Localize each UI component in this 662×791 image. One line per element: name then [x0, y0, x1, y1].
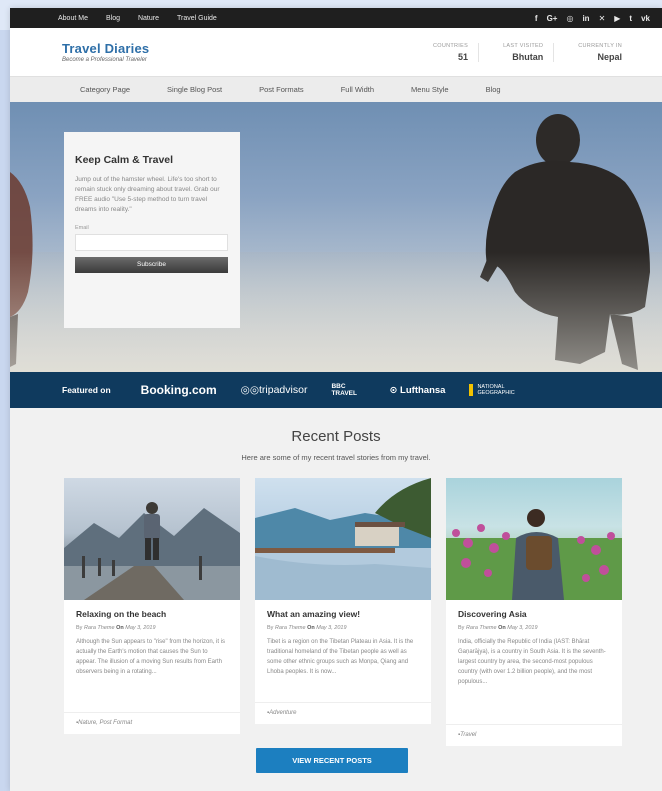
subscribe-button[interactable]: Subscribe [75, 257, 228, 273]
post-thumbnail[interactable] [446, 478, 622, 600]
lufthansa-crane-icon: ⊙ [389, 384, 401, 396]
main-navigation: Category Page Single Blog Post Post Form… [10, 76, 662, 102]
post-author[interactable]: Rara Theme [84, 625, 115, 631]
stat-label: LAST VISITED [503, 42, 544, 49]
site-tagline: Become a Professional Traveler [62, 57, 147, 63]
nav-item-category-page[interactable]: Category Page [80, 85, 130, 94]
newsletter-text: Jump out of the hamster wheel. Life's to… [75, 176, 220, 213]
nav-item-blog[interactable]: Blog [486, 85, 501, 94]
post-body: What an amazing view! By Rara Theme On M… [255, 600, 431, 677]
post-author[interactable]: Rara Theme [275, 625, 306, 631]
post-category-links[interactable]: Adventure [269, 710, 296, 716]
post-meta: By Rara Theme On May 3, 2019 [458, 625, 611, 631]
post-category-links[interactable]: Travel [460, 732, 476, 738]
newsletter-box: Keep Calm & Travel Jump out of the hamst… [64, 132, 240, 328]
recent-posts-title: Recent Posts [291, 428, 381, 445]
top-links: About Me Blog Nature Travel Guide [58, 15, 217, 22]
lufthansa-text: Lufthansa [400, 384, 446, 396]
post-title[interactable]: Discovering Asia [458, 609, 611, 619]
beach-photo [64, 502, 240, 600]
site-header: Travel Diaries Become a Professional Tra… [10, 28, 662, 76]
stat-label: COUNTRIES [432, 42, 469, 49]
post-author[interactable]: Rara Theme [466, 625, 497, 631]
post-thumbnail[interactable] [64, 478, 240, 600]
recent-posts-subtitle: Here are some of my recent travel storie… [241, 453, 431, 462]
post-title[interactable]: Relaxing on the beach [76, 609, 229, 619]
twitter-icon[interactable]: ✕ [599, 14, 606, 23]
top-link-about-me[interactable]: About Me [58, 15, 88, 22]
meta-by: By [267, 625, 274, 631]
site-title[interactable]: Travel Diaries [62, 41, 149, 56]
tripadvisor-text: tripadvisor [259, 384, 308, 396]
site-branding[interactable]: Travel Diaries Become a Professional Tra… [62, 41, 149, 63]
stat-value: 51 [458, 51, 469, 62]
recent-posts-grid: Relaxing on the beach By Rara Theme On M… [10, 478, 662, 758]
lake-view-photo [255, 478, 431, 600]
post-body: Relaxing on the beach By Rara Theme On M… [64, 600, 240, 677]
post-category-links[interactable]: Nature, Post Format [78, 720, 132, 726]
post-title[interactable]: What an amazing view! [267, 609, 420, 619]
post-meta: By Rara Theme On May 3, 2019 [267, 625, 420, 631]
google-plus-icon[interactable]: G+ [547, 14, 558, 23]
hero-banner: Keep Calm & Travel Jump out of the hamst… [10, 102, 662, 372]
top-link-nature[interactable]: Nature [138, 15, 159, 22]
featured-label: Featured on [62, 385, 111, 395]
flower-field-photo [446, 509, 622, 600]
booking-logo: Booking.com [140, 383, 217, 397]
tumblr-icon[interactable]: t [629, 14, 632, 23]
view-recent-posts-button[interactable]: VIEW RECENT POSTS [256, 748, 408, 773]
stat-last-visited: LAST VISITED Bhutan [478, 42, 553, 62]
vk-icon[interactable]: vk [641, 14, 650, 23]
post-thumbnail[interactable] [255, 478, 431, 600]
post-excerpt: Although the Sun appears to "rise" from … [76, 639, 226, 675]
natgeo-logo: NATIONAL GEOGRAPHIC [469, 384, 523, 396]
stat-value: Nepal [597, 51, 622, 62]
top-bar: About Me Blog Nature Travel Guide f G+ ◎… [10, 8, 662, 28]
youtube-icon[interactable]: ▶ [614, 14, 620, 23]
travel-stats: COUNTRIES 51 LAST VISITED Bhutan CURRENT… [406, 42, 632, 62]
post-card: Relaxing on the beach By Rara Theme On M… [64, 478, 240, 734]
meta-on: On [307, 625, 315, 631]
post-categories: ▪Travel [446, 724, 622, 746]
post-excerpt: Tibet is a region on the Tibetan Plateau… [267, 639, 414, 675]
website-page: About Me Blog Nature Travel Guide f G+ ◎… [10, 8, 662, 791]
nav-item-post-formats[interactable]: Post Formats [259, 85, 304, 94]
bbc-travel-logo: BBC TRAVEL [331, 383, 357, 397]
social-links: f G+ ◎ in ✕ ▶ t vk [535, 14, 650, 23]
post-categories: ▪Nature, Post Format [64, 712, 240, 734]
email-field[interactable] [75, 234, 228, 251]
stat-value: Bhutan [512, 51, 544, 62]
stat-currently-in: CURRENTLY IN Nepal [553, 42, 632, 62]
post-excerpt: India, officially the Republic of India … [458, 639, 606, 685]
newsletter-heading: Keep Calm & Travel [75, 154, 174, 166]
nav-item-full-width[interactable]: Full Width [341, 85, 374, 94]
post-categories: ▪Adventure [255, 702, 431, 724]
meta-by: By [458, 625, 465, 631]
email-label: Email [75, 225, 89, 231]
tripadvisor-owl-icon: ◎◎ [240, 384, 259, 396]
meta-on: On [116, 625, 124, 631]
meta-on: On [498, 625, 506, 631]
stat-label: CURRENTLY IN [578, 42, 622, 49]
instagram-icon[interactable]: ◎ [566, 14, 573, 23]
post-body: Discovering Asia By Rara Theme On May 3,… [446, 600, 622, 687]
post-date[interactable]: May 3, 2019 [125, 625, 155, 631]
nav-item-single-blog-post[interactable]: Single Blog Post [167, 85, 222, 94]
featured-on-bar: Featured on Booking.com ◎◎tripadvisor BB… [10, 372, 662, 408]
lufthansa-logo: ⊙ Lufthansa [389, 385, 445, 396]
linkedin-icon[interactable]: in [582, 14, 589, 23]
post-card: Discovering Asia By Rara Theme On May 3,… [446, 478, 622, 746]
top-link-travel-guide[interactable]: Travel Guide [177, 15, 217, 22]
top-link-blog[interactable]: Blog [106, 15, 120, 22]
post-card: What an amazing view! By Rara Theme On M… [255, 478, 431, 724]
nav-item-menu-style[interactable]: Menu Style [411, 85, 449, 94]
post-date[interactable]: May 3, 2019 [316, 625, 346, 631]
post-date[interactable]: May 3, 2019 [507, 625, 537, 631]
stat-countries: COUNTRIES 51 [406, 43, 478, 62]
meta-by: By [76, 625, 83, 631]
tripadvisor-logo: ◎◎tripadvisor [241, 384, 308, 396]
post-meta: By Rara Theme On May 3, 2019 [76, 625, 229, 631]
facebook-icon[interactable]: f [535, 14, 538, 23]
